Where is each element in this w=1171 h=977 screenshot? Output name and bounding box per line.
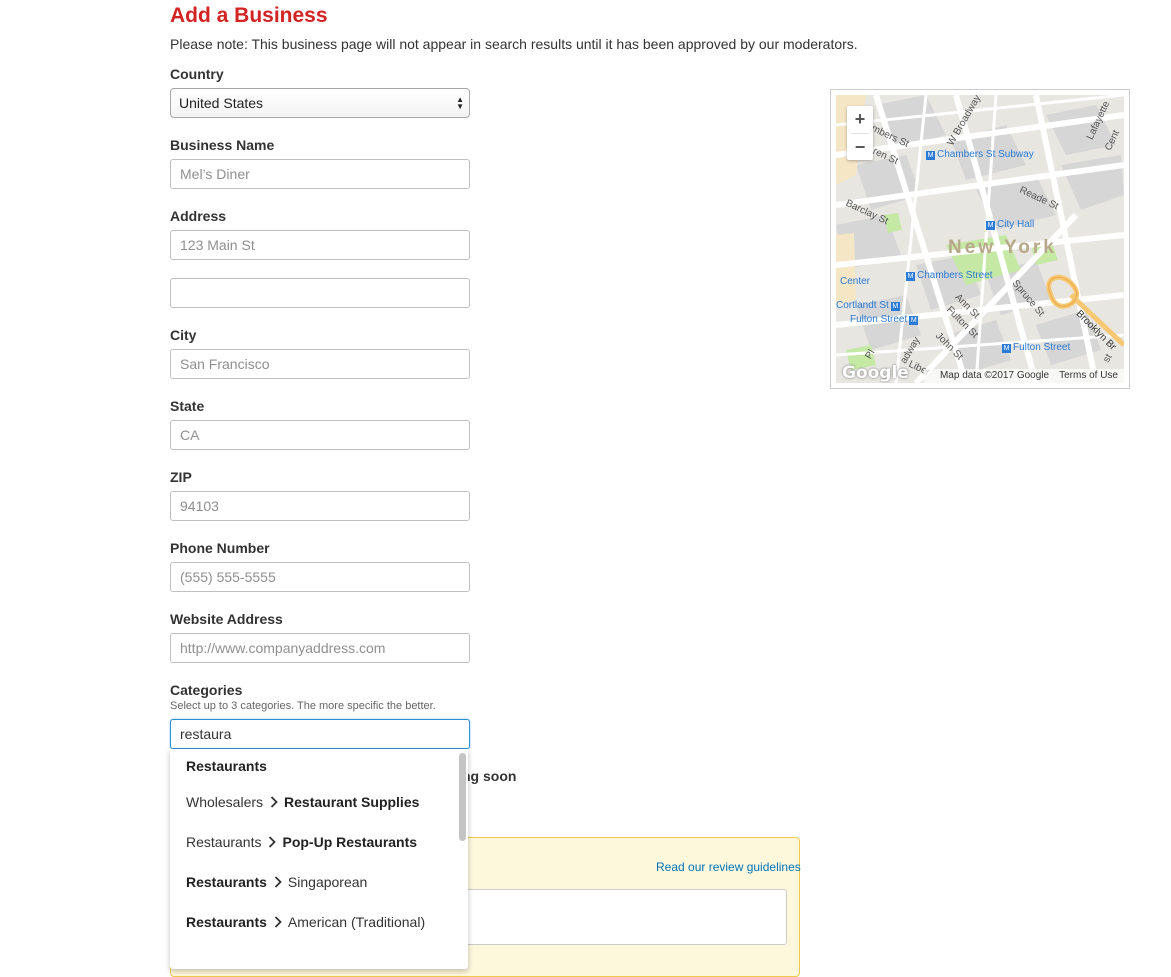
- website-input[interactable]: [170, 633, 470, 663]
- address-line1-input[interactable]: [170, 230, 470, 260]
- map-label-city-hall: M City Hall: [986, 219, 1035, 230]
- country-label: Country: [170, 66, 224, 82]
- suggestion-item[interactable]: Restaurants Singaporean: [186, 874, 367, 891]
- zip-label: ZIP: [170, 469, 192, 485]
- state-label: State: [170, 398, 205, 414]
- review-guidelines-link[interactable]: Read our review guidelines: [656, 860, 801, 874]
- map-attribution: Map data ©2017 Google Terms of Use: [923, 369, 1124, 383]
- suggestion-item[interactable]: Restaurants Pop-Up Restaurants: [186, 834, 417, 851]
- map-widget[interactable]: New York M Chambers St Subway M City Hall …: [830, 89, 1130, 389]
- phone-label: Phone Number: [170, 540, 270, 556]
- coming-soon-text: ng soon: [462, 768, 517, 784]
- map-label-fulton-street: Fulton Street M: [850, 314, 919, 325]
- suggestion-label: Restaurants: [186, 758, 267, 774]
- suggestion-parent: Wholesalers: [186, 794, 264, 810]
- map-terms-link[interactable]: Terms of Use: [1059, 370, 1118, 381]
- map-data-credit: Map data ©2017 Google: [939, 370, 1050, 381]
- suggestion-parent: Restaurants: [186, 834, 262, 850]
- category-suggestions: Restaurants Wholesalers Restaurant Suppli…: [170, 749, 468, 969]
- chevron-right-icon: [268, 835, 277, 851]
- map-canvas[interactable]: New York M Chambers St Subway M City Hall …: [836, 95, 1124, 383]
- map-label-cortlandt-st: Cortlandt St M: [836, 300, 900, 311]
- chevron-right-icon: [274, 875, 282, 891]
- suggestion-child: Pop-Up Restaurants: [282, 834, 418, 850]
- suggestion-parent: Restaurants: [186, 914, 267, 930]
- chevron-right-icon: [270, 795, 278, 811]
- chevron-right-icon: [274, 915, 282, 931]
- categories-label: Categories: [170, 682, 243, 698]
- suggestions-scrollbar[interactable]: [459, 753, 466, 841]
- map-label-chambers-st-subway: M Chambers St Subway: [926, 149, 1034, 160]
- address-label: Address: [170, 208, 227, 224]
- business-name-label: Business Name: [170, 137, 275, 153]
- map-label-chambers-street: M Chambers Street: [906, 270, 993, 281]
- suggestion-child: Restaurant Supplies: [284, 794, 420, 810]
- google-logo: Google: [842, 363, 909, 383]
- suggestion-item[interactable]: Restaurants American (Traditional): [186, 914, 425, 931]
- map-label-center: Center: [840, 276, 871, 287]
- zoom-in-button[interactable]: +: [847, 106, 873, 132]
- categories-input[interactable]: [170, 719, 470, 749]
- suggestion-child: Singaporean: [287, 874, 368, 890]
- city-label: City: [170, 327, 197, 343]
- zip-input[interactable]: [170, 491, 470, 521]
- map-zoom-control: + −: [847, 106, 873, 160]
- phone-input[interactable]: [170, 562, 470, 592]
- zoom-out-button[interactable]: −: [847, 134, 873, 160]
- map-label-city: New York: [948, 237, 1057, 258]
- page-title: Add a Business: [170, 4, 328, 27]
- suggestion-child: American (Traditional): [287, 914, 426, 930]
- website-label: Website Address: [170, 611, 283, 627]
- review-textarea[interactable]: [460, 889, 787, 945]
- country-select-value: United States: [179, 95, 264, 111]
- suggestion-item[interactable]: Wholesalers Restaurant Supplies: [186, 794, 419, 811]
- select-arrows-icon: ▲ ▼: [456, 95, 464, 111]
- suggestion-parent: Restaurants: [186, 874, 267, 890]
- address-line2-input[interactable]: [170, 278, 470, 308]
- state-input[interactable]: [170, 420, 470, 450]
- business-name-input[interactable]: [170, 159, 470, 189]
- moderation-note: Please note: This business page will not…: [170, 36, 858, 52]
- suggestion-item[interactable]: Restaurants: [186, 758, 267, 774]
- map-label-fulton-street-2: M Fulton Street: [1002, 342, 1071, 353]
- categories-helper: Select up to 3 categories. The more spec…: [170, 700, 436, 712]
- city-input[interactable]: [170, 349, 470, 379]
- country-select[interactable]: United States ▲ ▼: [170, 88, 470, 118]
